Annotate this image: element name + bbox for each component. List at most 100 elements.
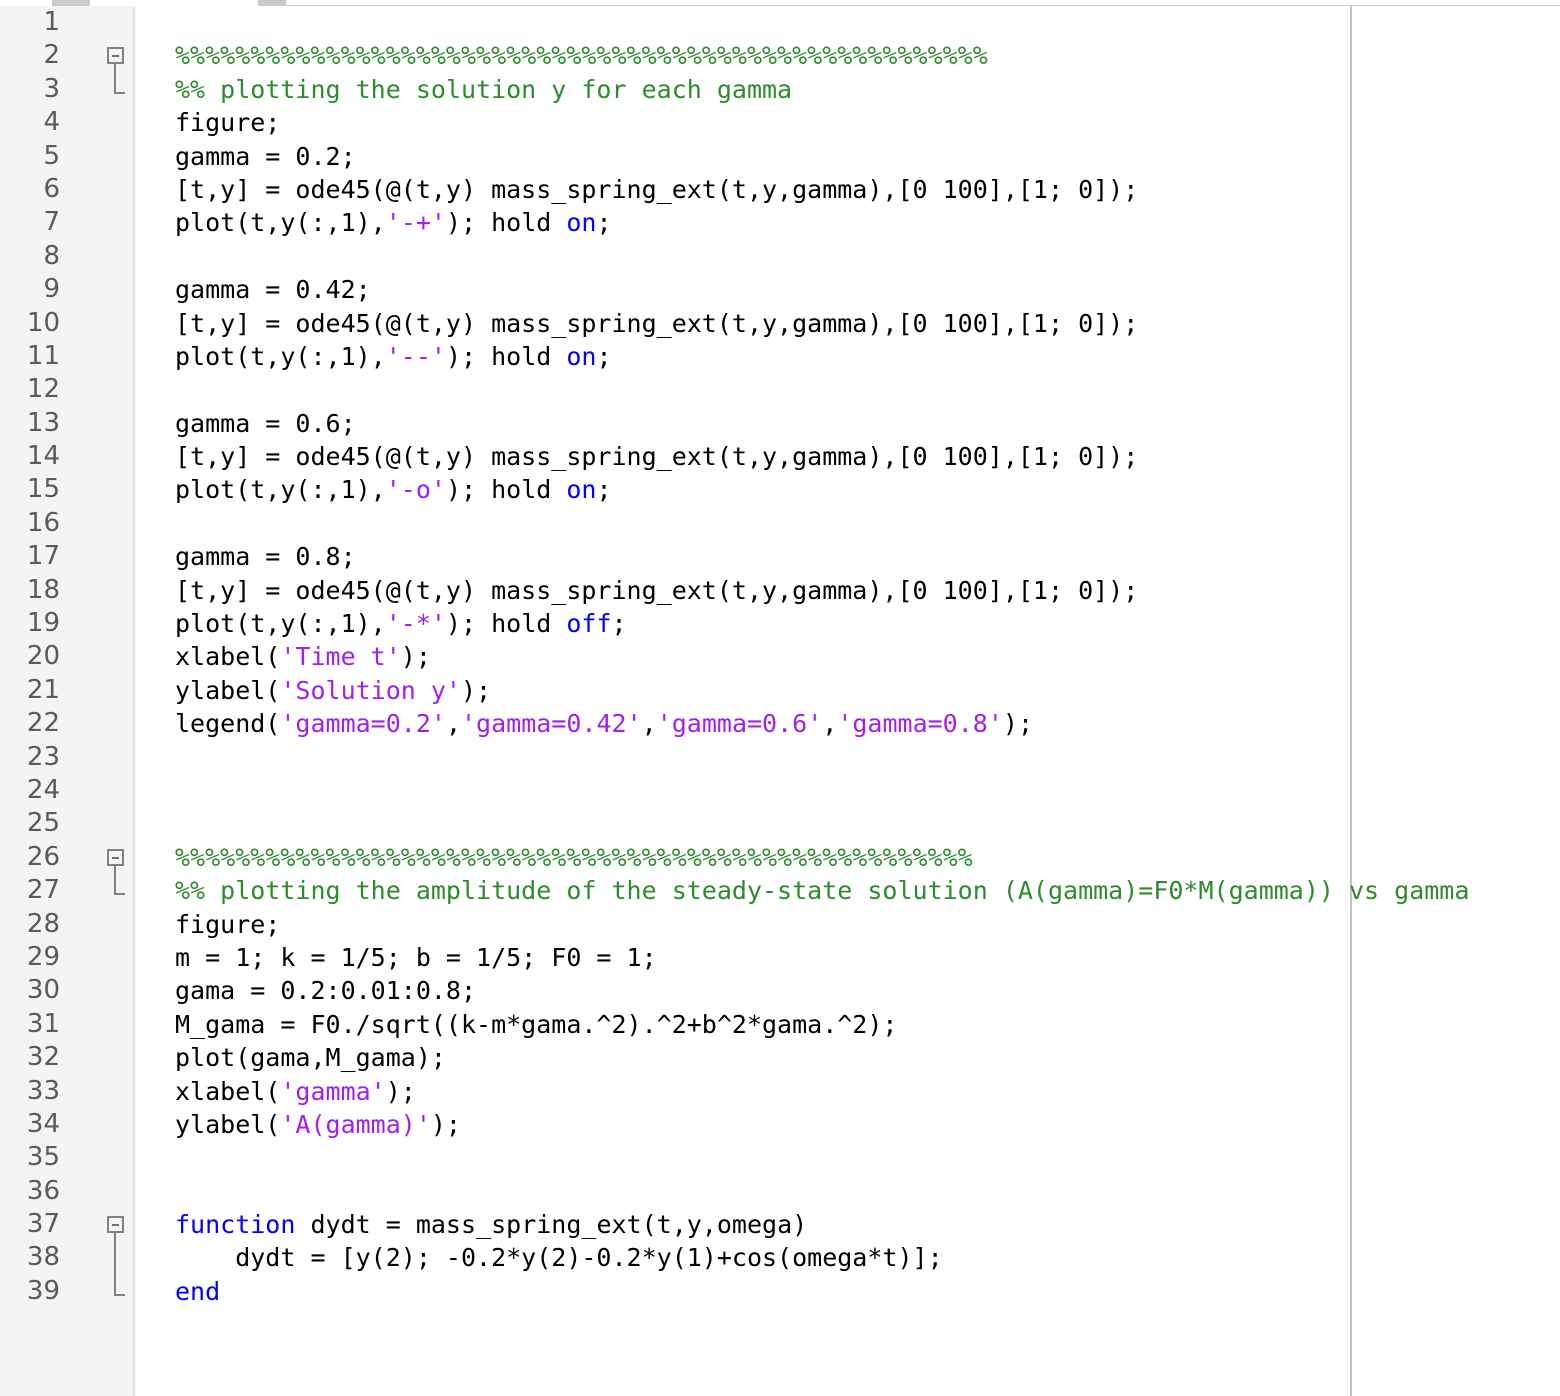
token-keyword: off [566, 609, 612, 639]
token-plain: ); hold [445, 475, 567, 505]
token-plain: plot(gama,M_gama); [175, 1043, 446, 1073]
code-line[interactable]: %% plotting the solution y for each gamm… [175, 73, 1560, 106]
line-number: 29 [26, 941, 60, 972]
code-line[interactable]: figure; [175, 908, 1560, 941]
line-number: 38 [26, 1242, 60, 1273]
token-plain: ); hold [445, 341, 567, 371]
code-line[interactable] [175, 507, 1560, 540]
token-plain: , [641, 709, 657, 739]
code-line[interactable]: function dydt = mass_spring_ext(t,y,omeg… [175, 1208, 1560, 1241]
code-line[interactable]: plot(t,y(:,1),'-o'); hold on; [175, 473, 1560, 506]
editor-gutter[interactable]: 1 2 3 4 5 6 7 8 9 10 11 12 13 14 15 16 17 18 19 20 21 22 23 24 2… [0, 6, 133, 1396]
line-number: 3 [43, 73, 60, 104]
line-number: 33 [26, 1075, 60, 1106]
token-comment: %%%%%%%%%%%%%%%%%%%%%%%%%%%%%%%%%%%%%%%%… [175, 842, 973, 872]
line-number: 1 [43, 7, 60, 37]
token-plain: plot(t,y(:,1), [175, 341, 386, 371]
token-plain: ); [385, 1076, 416, 1106]
code-line[interactable]: [t,y] = ode45(@(t,y) mass_spring_ext(t,y… [175, 307, 1560, 340]
code-line[interactable]: xlabel('Time t'); [175, 640, 1560, 673]
code-line[interactable]: ylabel('A(gamma)'); [175, 1108, 1560, 1141]
code-line[interactable]: [t,y] = ode45(@(t,y) mass_spring_ext(t,y… [175, 574, 1560, 607]
code-line[interactable]: %%%%%%%%%%%%%%%%%%%%%%%%%%%%%%%%%%%%%%%%… [175, 39, 1560, 72]
token-plain: ; [611, 609, 627, 639]
token-plain: ); [460, 675, 492, 705]
token-plain: [t,y] = ode45(@(t,y) mass_spring_ext(t,y… [175, 575, 1139, 605]
code-line[interactable]: legend('gamma=0.2','gamma=0.42','gamma=0… [175, 707, 1560, 740]
line-number: 25 [26, 808, 60, 839]
token-plain: figure; [175, 909, 281, 939]
token-plain: ); [400, 642, 431, 672]
code-lines[interactable]: %%%%%%%%%%%%%%%%%%%%%%%%%%%%%%%%%%%%%%%%… [175, 6, 1560, 1308]
fold-collapse-icon[interactable] [107, 1216, 124, 1234]
line-number: 19 [26, 608, 60, 639]
code-line[interactable]: figure; [175, 106, 1560, 139]
code-line[interactable] [175, 1141, 1560, 1174]
token-keyword: function [175, 1210, 296, 1240]
fold-collapse-icon[interactable] [107, 47, 124, 65]
code-line[interactable]: end [175, 1275, 1560, 1308]
token-plain: plot(t,y(:,1), [175, 475, 386, 505]
code-line[interactable]: ylabel('Solution y'); [175, 674, 1560, 707]
code-line[interactable]: plot(gama,M_gama); [175, 1041, 1560, 1074]
token-plain: ); hold [445, 609, 567, 639]
token-plain: ; [596, 341, 612, 371]
line-number: 9 [43, 274, 60, 305]
line-number: 39 [26, 1275, 60, 1306]
fold-collapse-icon[interactable] [107, 849, 124, 866]
code-line[interactable]: gamma = 0.6; [175, 407, 1560, 440]
code-line[interactable]: [t,y] = ode45(@(t,y) mass_spring_ext(t,y… [175, 440, 1560, 473]
code-line[interactable]: plot(t,y(:,1),'-*'); hold off; [175, 607, 1560, 640]
line-number: 11 [26, 340, 60, 371]
code-line[interactable]: plot(t,y(:,1),'-+'); hold on; [175, 206, 1560, 239]
code-line[interactable] [175, 774, 1560, 807]
code-line[interactable]: gamma = 0.2; [175, 140, 1560, 173]
code-line[interactable] [175, 373, 1560, 406]
code-line[interactable] [175, 6, 1560, 39]
code-line[interactable]: %%%%%%%%%%%%%%%%%%%%%%%%%%%%%%%%%%%%%%%%… [175, 841, 1560, 874]
code-line[interactable] [175, 807, 1560, 840]
token-plain: gamma = 0.42; [175, 275, 371, 305]
token-string: 'gamma=0.8' [837, 709, 1003, 739]
token-comment: %% plotting the amplitude of the steady-… [175, 876, 1470, 906]
token-plain: dydt = [y(2); -0.2*y(2)-0.2*y(1)+cos(ome… [175, 1243, 943, 1273]
code-line[interactable]: %% plotting the amplitude of the steady-… [175, 874, 1560, 907]
token-plain: dydt = mass_spring_ext(t,y,omega) [295, 1210, 808, 1240]
code-line[interactable]: gamma = 0.8; [175, 540, 1560, 573]
line-number: 4 [43, 107, 60, 138]
token-plain: gamma = 0.6; [175, 408, 356, 438]
line-number: 8 [43, 240, 60, 271]
line-number: 31 [26, 1008, 60, 1039]
line-number: 20 [26, 641, 60, 672]
code-line[interactable]: M_gama = F0./sqrt((k-m*gama.^2).^2+b^2*g… [175, 1008, 1560, 1041]
token-plain: [t,y] = ode45(@(t,y) mass_spring_ext(t,y… [175, 442, 1139, 472]
fold-stem-line [114, 866, 116, 894]
code-line[interactable]: xlabel('gamma'); [175, 1075, 1560, 1108]
line-number-column: 1 2 3 4 5 6 7 8 9 10 11 12 13 14 15 16 17 18 19 20 21 22 23 24 2… [0, 6, 60, 1308]
line-number: 14 [26, 441, 60, 472]
token-plain: , [822, 709, 838, 739]
code-line[interactable]: gama = 0.2:0.01:0.8; [175, 974, 1560, 1007]
code-line[interactable] [175, 240, 1560, 273]
token-plain: [t,y] = ode45(@(t,y) mass_spring_ext(t,y… [175, 308, 1139, 338]
line-number: 24 [26, 774, 60, 805]
fold-end-bracket [114, 91, 125, 94]
token-plain: ); [430, 1109, 461, 1139]
code-line[interactable] [175, 741, 1560, 774]
code-line[interactable] [175, 1175, 1560, 1208]
token-plain: ); hold [445, 208, 567, 238]
code-line[interactable]: plot(t,y(:,1),'--'); hold on; [175, 340, 1560, 373]
code-line[interactable]: gamma = 0.42; [175, 273, 1560, 306]
token-keyword: on [566, 475, 597, 505]
code-line[interactable]: dydt = [y(2); -0.2*y(2)-0.2*y(1)+cos(ome… [175, 1241, 1560, 1274]
fold-stem-line [114, 64, 116, 92]
fold-end-bracket [114, 1294, 125, 1297]
code-text-area[interactable]: %%%%%%%%%%%%%%%%%%%%%%%%%%%%%%%%%%%%%%%%… [136, 6, 1560, 1396]
line-number: 16 [26, 507, 60, 538]
token-plain: ); [1002, 709, 1034, 739]
token-comment: %%%%%%%%%%%%%%%%%%%%%%%%%%%%%%%%%%%%%%%%… [175, 41, 988, 71]
token-string: 'gamma=0.42' [461, 709, 642, 739]
code-line[interactable]: [t,y] = ode45(@(t,y) mass_spring_ext(t,y… [175, 173, 1560, 206]
token-plain: xlabel( [175, 642, 281, 672]
code-line[interactable]: m = 1; k = 1/5; b = 1/5; F0 = 1; [175, 941, 1560, 974]
